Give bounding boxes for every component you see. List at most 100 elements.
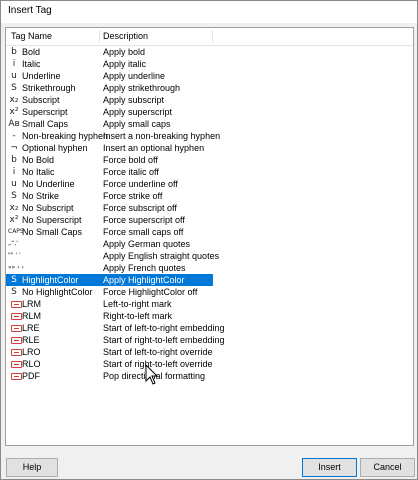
description-cell: Apply French quotes	[103, 263, 186, 273]
tag-name-cell: No Bold	[22, 155, 55, 165]
tag-name-cell: LRE	[22, 323, 40, 333]
rlm-icon	[8, 310, 22, 322]
underline-icon: u	[11, 71, 17, 81]
no-italic-icon: i	[12, 167, 16, 177]
table-row[interactable]: LRM Left-to-right mark	[6, 298, 413, 310]
table-row[interactable]: S Strikethrough Apply strikethrough	[6, 82, 413, 94]
tag-name-cell: RLM	[22, 311, 42, 321]
tag-name-cell: Non-breaking hyphen	[22, 131, 109, 141]
tag-name-cell: Subscript	[22, 95, 60, 105]
table-row[interactable]: b No Bold Force bold off	[6, 154, 413, 166]
tag-list[interactable]: Tag Name Description b Bold Apply bold i Ita…	[5, 27, 414, 446]
table-row[interactable]: - Non-breaking hyphen Insert a non-breakin…	[6, 130, 413, 142]
table-row[interactable]: u No Underline Force underline off	[6, 178, 413, 190]
tag-name-cell: Superscript	[22, 107, 68, 117]
description-cell: Force underline off	[103, 179, 178, 189]
table-row[interactable]: S No Strike Force strike off	[6, 190, 413, 202]
table-row[interactable]: RLE Start of right-to-left embedding	[6, 334, 413, 346]
bold-icon: b	[11, 47, 17, 57]
mouse-pointer-icon	[145, 364, 159, 385]
tag-name-cell: RLO	[22, 359, 41, 369]
description-cell: Apply bold	[103, 47, 146, 57]
description-cell: Apply HighlightColor	[103, 275, 185, 285]
cancel-button[interactable]: Cancel	[360, 458, 415, 477]
help-button[interactable]: Help	[6, 458, 58, 477]
column-header-tag-name[interactable]: Tag Name	[11, 31, 52, 41]
tag-name-cell: PDF	[22, 371, 40, 381]
tag-name-cell: RLE	[22, 335, 40, 345]
tag-name-cell: Italic	[22, 59, 41, 69]
tag-name-cell: LRO	[22, 347, 41, 357]
no-strike-icon: S	[11, 191, 17, 201]
tag-name-cell: Optional hyphen	[22, 143, 88, 153]
table-row[interactable]: i No Italic Force italic off	[6, 166, 413, 178]
description-cell: Apply English straight quotes	[103, 251, 220, 261]
french-quotes-icon: «» ‹ ›	[8, 264, 24, 271]
table-row[interactable]: „“‚‘ Apply German quotes	[6, 238, 413, 250]
description-cell: Apply strikethrough	[103, 83, 181, 93]
description-cell: Apply subscript	[103, 95, 165, 105]
lre-icon	[8, 322, 22, 334]
description-cell: Apply underline	[103, 71, 166, 81]
description-cell: Force italic off	[103, 167, 159, 177]
title-bar: Insert Tag	[1, 1, 417, 23]
table-row[interactable]: LRE Start of left-to-right embedding	[6, 322, 413, 334]
pdf-icon	[8, 370, 22, 382]
small-caps-icon: Aʙ	[8, 119, 20, 129]
table-row[interactable]: «» ‹ › Apply French quotes	[6, 262, 413, 274]
table-row[interactable]: RLO Start of right-to-left override	[6, 358, 413, 370]
description-cell: Force strike off	[103, 191, 163, 201]
table-row[interactable]: CAPS No Small Caps Force small caps off	[6, 226, 413, 238]
column-divider[interactable]	[99, 30, 100, 43]
tag-name-cell: HighlightColor	[22, 275, 79, 285]
table-row[interactable]: RLM Right-to-left mark	[6, 310, 413, 322]
description-cell: Start of left-to-right override	[103, 347, 213, 357]
tag-name-cell: Bold	[22, 47, 41, 57]
table-row[interactable]: i Italic Apply italic	[6, 58, 413, 70]
table-row[interactable]: u Underline Apply underline	[6, 70, 413, 82]
italic-icon: i	[12, 59, 16, 69]
description-cell: Right-to-left mark	[103, 311, 173, 321]
no-superscript-icon: x²	[9, 215, 19, 225]
description-cell: Apply superscript	[103, 107, 173, 117]
table-row[interactable]: LRO Start of left-to-right override	[6, 346, 413, 358]
lrm-icon	[8, 298, 22, 310]
german-quotes-icon: „“‚‘	[8, 240, 19, 247]
table-row[interactable]: x₂ Subscript Apply subscript	[6, 94, 413, 106]
column-header-description[interactable]: Description	[103, 31, 148, 41]
list-header: Tag Name Description	[6, 28, 413, 46]
table-row[interactable]: S No HighlightColor Force HighlightColor o…	[6, 286, 413, 298]
tag-name-cell: Strikethrough	[22, 83, 76, 93]
description-cell: Start of left-to-right embedding	[103, 323, 225, 333]
description-cell: Force subscript off	[103, 203, 177, 213]
tag-name-cell: Underline	[22, 71, 61, 81]
no-underline-icon: u	[11, 179, 17, 189]
description-cell: Apply italic	[103, 59, 147, 69]
table-row[interactable]: ¬ Optional hyphen Insert an optional hyphe…	[6, 142, 413, 154]
table-row[interactable]: x² No Superscript Force superscript off	[6, 214, 413, 226]
table-row[interactable]: x² Superscript Apply superscript	[6, 106, 413, 118]
description-cell: Force small caps off	[103, 227, 184, 237]
description-cell: Force superscript off	[103, 215, 185, 225]
no-bold-icon: b	[11, 155, 17, 165]
column-divider[interactable]	[212, 30, 213, 43]
strikethrough-icon: S	[11, 83, 17, 93]
table-row[interactable]: "" ' ' Apply English straight quotes	[6, 250, 413, 262]
table-row[interactable]: S HighlightColor Apply HighlightColor	[6, 274, 213, 286]
highlight-color-icon: S	[11, 275, 17, 285]
description-cell: Apply small caps	[103, 119, 171, 129]
table-row[interactable]: x₂ No Subscript Force subscript off	[6, 202, 413, 214]
table-row[interactable]: Aʙ Small Caps Apply small caps	[6, 118, 413, 130]
insert-button[interactable]: Insert	[302, 458, 357, 477]
tag-name-cell: Small Caps	[22, 119, 69, 129]
tag-name-cell: No Superscript	[22, 215, 82, 225]
tag-name-cell: No Small Caps	[22, 227, 83, 237]
tag-name-cell: LRM	[22, 299, 42, 309]
description-cell: Apply German quotes	[103, 239, 191, 249]
dialog-title: Insert Tag	[8, 5, 52, 16]
no-highlight-color-icon: S	[11, 287, 17, 297]
table-row[interactable]: b Bold Apply bold	[6, 46, 413, 58]
insert-tag-dialog: Insert Tag Tag Name Description b Bold App…	[0, 0, 418, 480]
no-small-caps-icon: CAPS	[8, 228, 24, 235]
table-row[interactable]: PDF Pop directional formatting	[6, 370, 413, 382]
